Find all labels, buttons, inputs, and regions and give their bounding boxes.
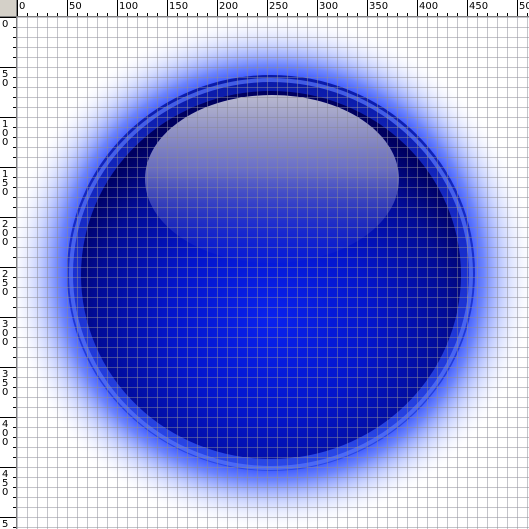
grid-overlay	[17, 17, 529, 529]
ruler-label: 500	[2, 519, 8, 529]
ruler-label: 200	[2, 219, 8, 248]
ruler-corner	[0, 0, 17, 17]
ruler-label: 50	[69, 1, 82, 12]
ruler-label: 100	[119, 1, 138, 12]
horizontal-ruler[interactable]: 0 50 100 150 200 250 300 350 400 450 500	[17, 0, 529, 17]
ruler-label: 150	[169, 1, 188, 12]
image-editor-view: 0 50 100 150 200 250 300 350 400 450 500 0 50 100 150…	[0, 0, 529, 529]
ruler-label: 350	[369, 1, 388, 12]
ruler-label: 350	[2, 369, 8, 398]
ruler-label: 100	[2, 119, 8, 148]
ruler-label: 0	[2, 19, 8, 30]
ruler-label: 450	[2, 469, 8, 498]
ruler-label: 500	[519, 1, 529, 12]
ruler-label: 200	[219, 1, 238, 12]
artwork	[17, 17, 529, 529]
canvas[interactable]	[17, 17, 529, 529]
ruler-label: 150	[2, 169, 8, 198]
ruler-label: 50	[2, 69, 8, 89]
vertical-ruler[interactable]: 0 50 100 150 200 250 300 350 400 450 500	[0, 17, 17, 529]
ruler-label: 250	[2, 269, 8, 298]
ruler-label: 400	[419, 1, 438, 12]
ruler-label: 400	[2, 419, 8, 448]
ruler-label: 300	[2, 319, 8, 348]
ruler-label: 300	[319, 1, 338, 12]
ruler-label: 450	[469, 1, 488, 12]
ruler-label: 0	[19, 1, 25, 12]
ruler-label: 250	[269, 1, 288, 12]
